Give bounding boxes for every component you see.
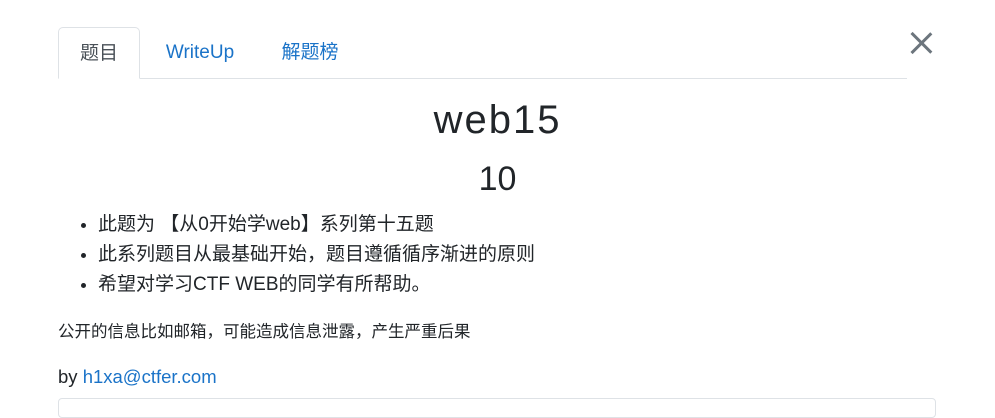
list-item: 希望对学习CTF WEB的同学有所帮助。 (98, 270, 535, 300)
challenge-name: web15 (433, 98, 562, 142)
author-line: by h1xa@ctfer.com (58, 366, 217, 388)
list-item: 此题为 【从0开始学web】系列第十五题 (98, 210, 535, 240)
flag-input-box[interactable] (58, 398, 936, 418)
close-icon[interactable] (906, 28, 936, 58)
tab-writeup[interactable]: WriteUp (140, 27, 260, 79)
challenge-score: 10 (478, 160, 517, 198)
list-item: 此系列题目从最基础开始，题目遵循循序渐进的原则 (98, 240, 535, 270)
author-prefix: by (58, 366, 78, 387)
author-email-link[interactable]: h1xa@ctfer.com (83, 366, 217, 387)
hint-text: 公开的信息比如邮箱，可能造成信息泄露，产生严重后果 (58, 323, 471, 341)
tab-solves[interactable]: 解题榜 (260, 27, 360, 79)
tab-bar: 题目 WriteUp 解题榜 (58, 27, 907, 79)
tab-challenge[interactable]: 题目 (58, 27, 140, 79)
description-list: 此题为 【从0开始学web】系列第十五题 此系列题目从最基础开始，题目遵循循序渐… (58, 210, 535, 300)
